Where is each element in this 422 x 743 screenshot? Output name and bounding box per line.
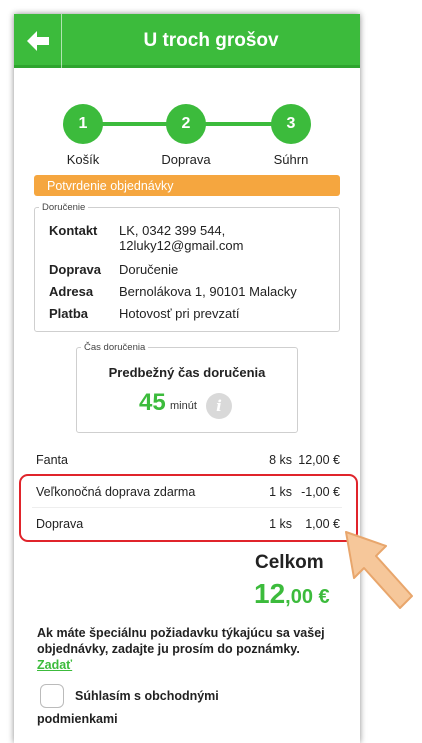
section-title-bar: Potvrdenie objednávky	[34, 175, 340, 196]
app-header: U troch grošov	[14, 14, 360, 68]
delivery-time-unit: minút	[170, 400, 197, 412]
terms-label-line2[interactable]: podmienkami	[37, 712, 118, 726]
note-text: Ak máte špeciálnu požiadavku týkajúcu sa…	[37, 625, 327, 673]
checkout-stepper: 1 2 3 Košík Doprava Súhrn	[14, 100, 360, 170]
terms-checkbox[interactable]	[40, 684, 64, 708]
contact-value-line1: LK, 0342 399 544,	[119, 223, 226, 238]
step-1-circle[interactable]: 1	[63, 104, 103, 144]
step-1-label: Košík	[66, 152, 100, 167]
delivery-box: Doručenie Kontakt LK, 0342 399 544, 12lu…	[34, 202, 340, 332]
total-value: 12,00 €	[254, 578, 330, 610]
address-key: Adresa	[49, 284, 94, 299]
pointer-arrow-icon	[345, 531, 413, 609]
payment-value: Hotovosť pri prevzatí	[119, 306, 240, 321]
step-connector	[204, 122, 272, 126]
total-label: Celkom	[255, 552, 324, 573]
order-item-row: Fanta 8 ks 12,00 €	[32, 444, 342, 476]
arrow-left-icon	[26, 31, 49, 51]
page-title: U troch grošov	[143, 30, 279, 51]
highlight-frame	[19, 474, 358, 542]
shipping-value: Doručenie	[119, 262, 179, 277]
step-2-label: Doprava	[161, 152, 211, 167]
add-note-link[interactable]: Zadať	[37, 658, 72, 672]
contact-key: Kontakt	[49, 223, 98, 238]
delivery-time-legend: Čas doručenia	[84, 342, 146, 353]
payment-key: Platba	[49, 306, 89, 321]
total-integer: 12	[254, 578, 286, 609]
contact-value-line2: 12luky12@gmail.com	[119, 238, 244, 253]
app-screen: U troch grošov 1 2 3 Košík Doprava Súhrn…	[14, 14, 360, 743]
item-price: 12,00 €	[298, 453, 340, 467]
total-decimal: ,00 €	[285, 586, 330, 608]
info-icon[interactable]: i	[206, 393, 232, 419]
terms-label-line1[interactable]: Súhlasím s obchodnými	[75, 689, 219, 703]
note-body: Ak máte špeciálnu požiadavku týkajúcu sa…	[37, 626, 325, 656]
step-2-circle[interactable]: 2	[166, 104, 206, 144]
item-name: Fanta	[36, 453, 68, 467]
step-3-label: Súhrn	[273, 152, 309, 167]
step-connector	[102, 122, 168, 126]
back-button[interactable]	[14, 14, 62, 68]
delivery-box-legend: Doručenie	[42, 202, 86, 213]
step-3-circle[interactable]: 3	[271, 104, 311, 144]
address-value: Bernolákova 1, 90101 Malacky	[119, 284, 297, 299]
shipping-key: Doprava	[49, 262, 102, 277]
contact-value: LK, 0342 399 544, 12luky12@gmail.com	[119, 223, 359, 253]
delivery-time-title: Predbežný čas doručenia	[108, 365, 266, 380]
delivery-time-box: Čas doručenia Predbežný čas doručenia 45…	[76, 342, 298, 433]
delivery-time-minutes: 45	[139, 389, 166, 416]
